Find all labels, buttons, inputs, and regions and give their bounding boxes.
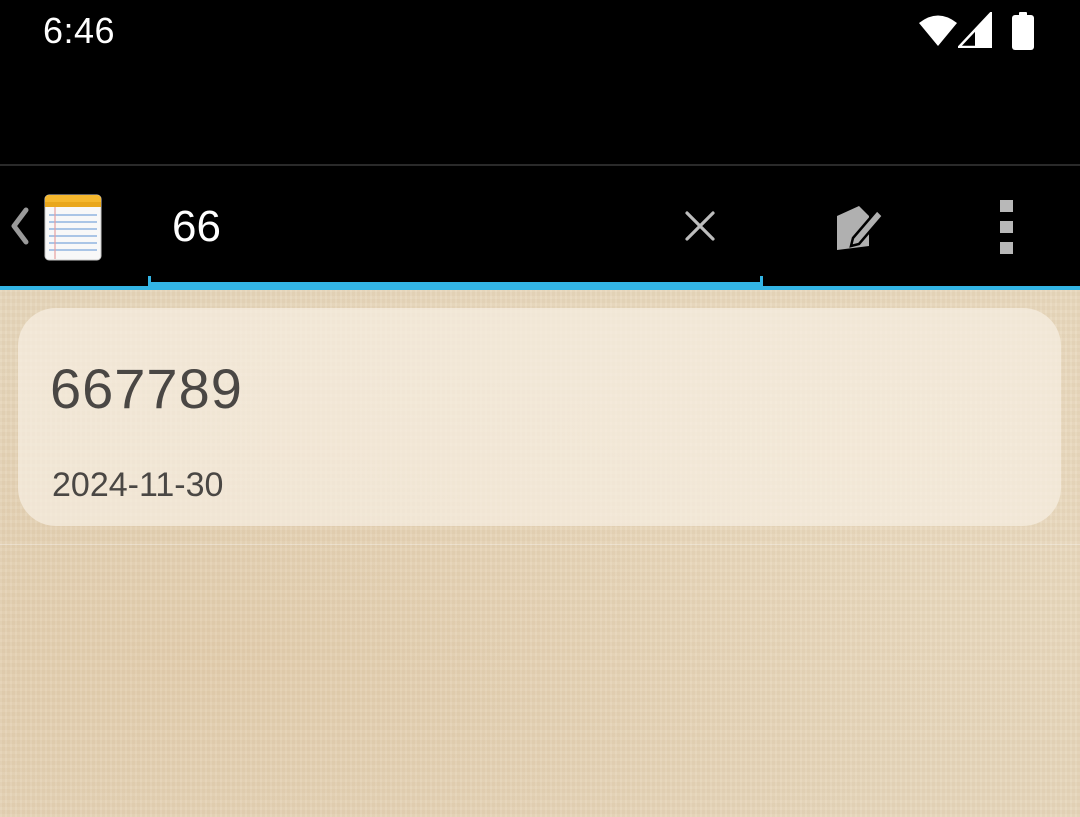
chevron-left-icon[interactable] bbox=[8, 206, 32, 246]
note-date: 2024-11-30 bbox=[52, 466, 224, 504]
note-list-item[interactable]: 667789 2024-11-30 bbox=[18, 308, 1061, 526]
overflow-menu-button[interactable] bbox=[980, 192, 1034, 262]
search-action-bar bbox=[0, 166, 1080, 286]
overflow-menu-icon bbox=[1000, 200, 1013, 254]
cellular-signal-icon bbox=[958, 12, 992, 48]
new-note-button[interactable] bbox=[820, 192, 894, 262]
status-bar: 6:46 bbox=[0, 0, 1080, 66]
battery-icon bbox=[1012, 12, 1034, 50]
notepad-icon[interactable] bbox=[44, 193, 102, 261]
list-divider bbox=[0, 544, 1080, 545]
title-area bbox=[0, 66, 1080, 164]
close-icon bbox=[685, 211, 715, 241]
status-time: 6:46 bbox=[43, 10, 116, 51]
clear-search-button[interactable] bbox=[672, 200, 728, 252]
note-title: 667789 bbox=[50, 357, 243, 420]
wifi-icon bbox=[919, 15, 957, 46]
compose-note-icon bbox=[837, 206, 885, 250]
notes-list: 667789 2024-11-30 bbox=[0, 290, 1080, 817]
search-input[interactable] bbox=[150, 192, 620, 262]
